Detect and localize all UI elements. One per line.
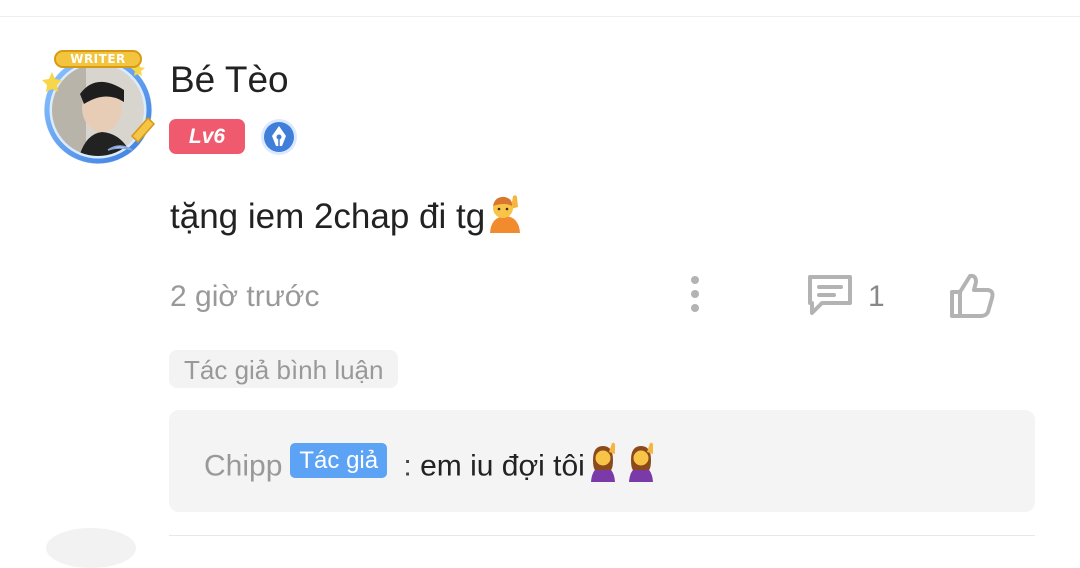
comment-timestamp: 2 giờ trước xyxy=(170,280,320,313)
comment-text: tặng iem 2chap đi tg xyxy=(170,193,525,244)
woman-raising-hand-emoji xyxy=(585,442,659,493)
username[interactable]: Bé Tèo xyxy=(170,58,289,102)
next-comment-avatar xyxy=(46,528,136,568)
comment-icon[interactable] xyxy=(806,273,854,317)
level-badge: Lv6 xyxy=(169,119,245,154)
author-reply-label: Tác giả bình luận xyxy=(169,350,399,388)
author-reply-box[interactable]: Chipp Tác giả : em iu đợi tôi xyxy=(169,410,1035,512)
comment-body: tặng iem 2chap đi tg xyxy=(170,196,486,236)
reply-text: em iu đợi tôi xyxy=(420,449,585,483)
reply-line: Chipp Tác giả : em iu đợi tôi xyxy=(204,442,659,482)
author-tag: Tác giả xyxy=(290,443,388,478)
more-vertical-icon[interactable] xyxy=(680,272,710,318)
bottom-divider xyxy=(169,535,1035,536)
reply-separator: : xyxy=(395,449,421,483)
raising-hand-emoji xyxy=(485,193,525,244)
pen-nib-icon xyxy=(260,118,298,156)
avatar[interactable]: WRITER xyxy=(36,50,160,166)
reply-author[interactable]: Chipp xyxy=(204,449,282,482)
top-divider xyxy=(0,16,1080,17)
writer-badge: WRITER xyxy=(54,50,142,68)
thumbs-up-icon[interactable] xyxy=(946,272,998,320)
reply-count: 1 xyxy=(868,280,885,313)
